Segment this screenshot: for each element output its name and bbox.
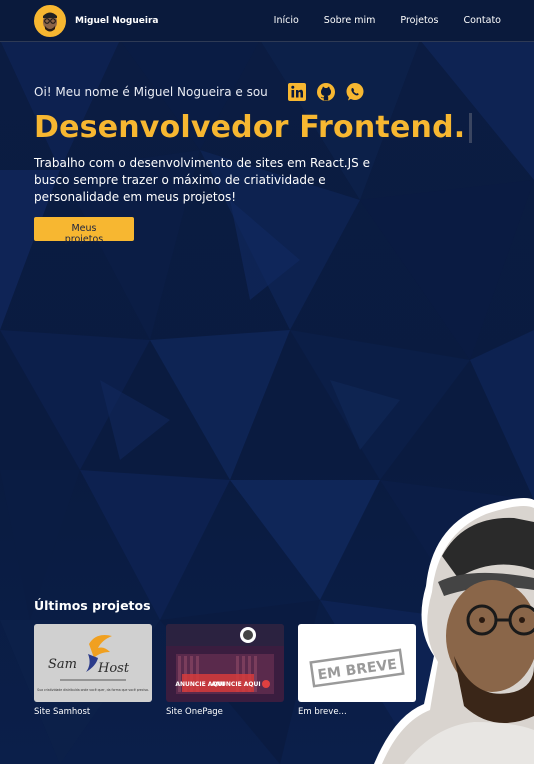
project-card-onepage[interactable]: ANUNCIE AQUI ANUNCIE AQUI Site OnePage <box>166 624 284 717</box>
nav-contato[interactable]: Contato <box>463 15 501 26</box>
hero-description: Trabalho com o desenvolvimento de sites … <box>34 156 370 204</box>
project-card-em-breve[interactable]: EM BREVE Em breve... <box>298 624 416 717</box>
main-nav: Início Sobre mim Projetos Contato <box>249 15 501 26</box>
project-label: Em breve... <box>298 707 347 717</box>
my-projects-button[interactable]: Meus projetos <box>34 217 134 245</box>
project-label: Site OnePage <box>166 707 223 717</box>
samhost-tagline: Sua criatividade distribuída onde você q… <box>37 688 149 692</box>
github-icon[interactable] <box>316 82 336 102</box>
linkedin-icon[interactable] <box>287 82 307 102</box>
project-thumbnail[interactable]: Sam Host Sua criatividade distribuída on… <box>34 624 152 702</box>
brand[interactable]: Miguel Nogueira <box>34 5 158 37</box>
project-label: Site Samhost <box>34 707 91 717</box>
projects-list: Sam Host Sua criatividade distribuída on… <box>34 624 430 717</box>
intro-text: Oi! Meu nome é Miguel Nogueira e sou <box>34 85 268 99</box>
avatar <box>34 5 66 37</box>
headline-text: Desenvolvedor Frontend. <box>34 110 466 145</box>
projects-title: Últimos projetos <box>34 598 151 613</box>
nav-sobre-mim[interactable]: Sobre mim <box>324 15 376 26</box>
nav-projetos[interactable]: Projetos <box>400 15 438 26</box>
project-thumbnail[interactable]: EM BREVE <box>298 624 416 702</box>
project-thumbnail[interactable]: ANUNCIE AQUI ANUNCIE AQUI <box>166 624 284 702</box>
hero-section: Oi! Meu nome é Miguel Nogueira e sou Des… <box>34 82 473 246</box>
brand-name: Miguel Nogueira <box>75 16 159 26</box>
project-card-samhost[interactable]: Sam Host Sua criatividade distribuída on… <box>34 624 152 717</box>
whatsapp-icon[interactable] <box>345 82 365 102</box>
onepage-banner-2: ANUNCIE AQUI <box>211 681 260 688</box>
projects-section: Últimos projetos Sam Host Sua criativida… <box>34 598 430 717</box>
top-navbar: Miguel Nogueira Início Sobre mim Projeto… <box>0 0 534 42</box>
samhost-logo-text-2: Host <box>97 661 130 676</box>
social-links <box>278 82 365 102</box>
typing-cursor <box>469 112 473 143</box>
samhost-logo-text-1: Sam <box>48 657 77 672</box>
headline: Desenvolvedor Frontend. <box>34 110 473 145</box>
nav-inicio[interactable]: Início <box>274 15 299 26</box>
intro-row: Oi! Meu nome é Miguel Nogueira e sou <box>34 82 472 102</box>
